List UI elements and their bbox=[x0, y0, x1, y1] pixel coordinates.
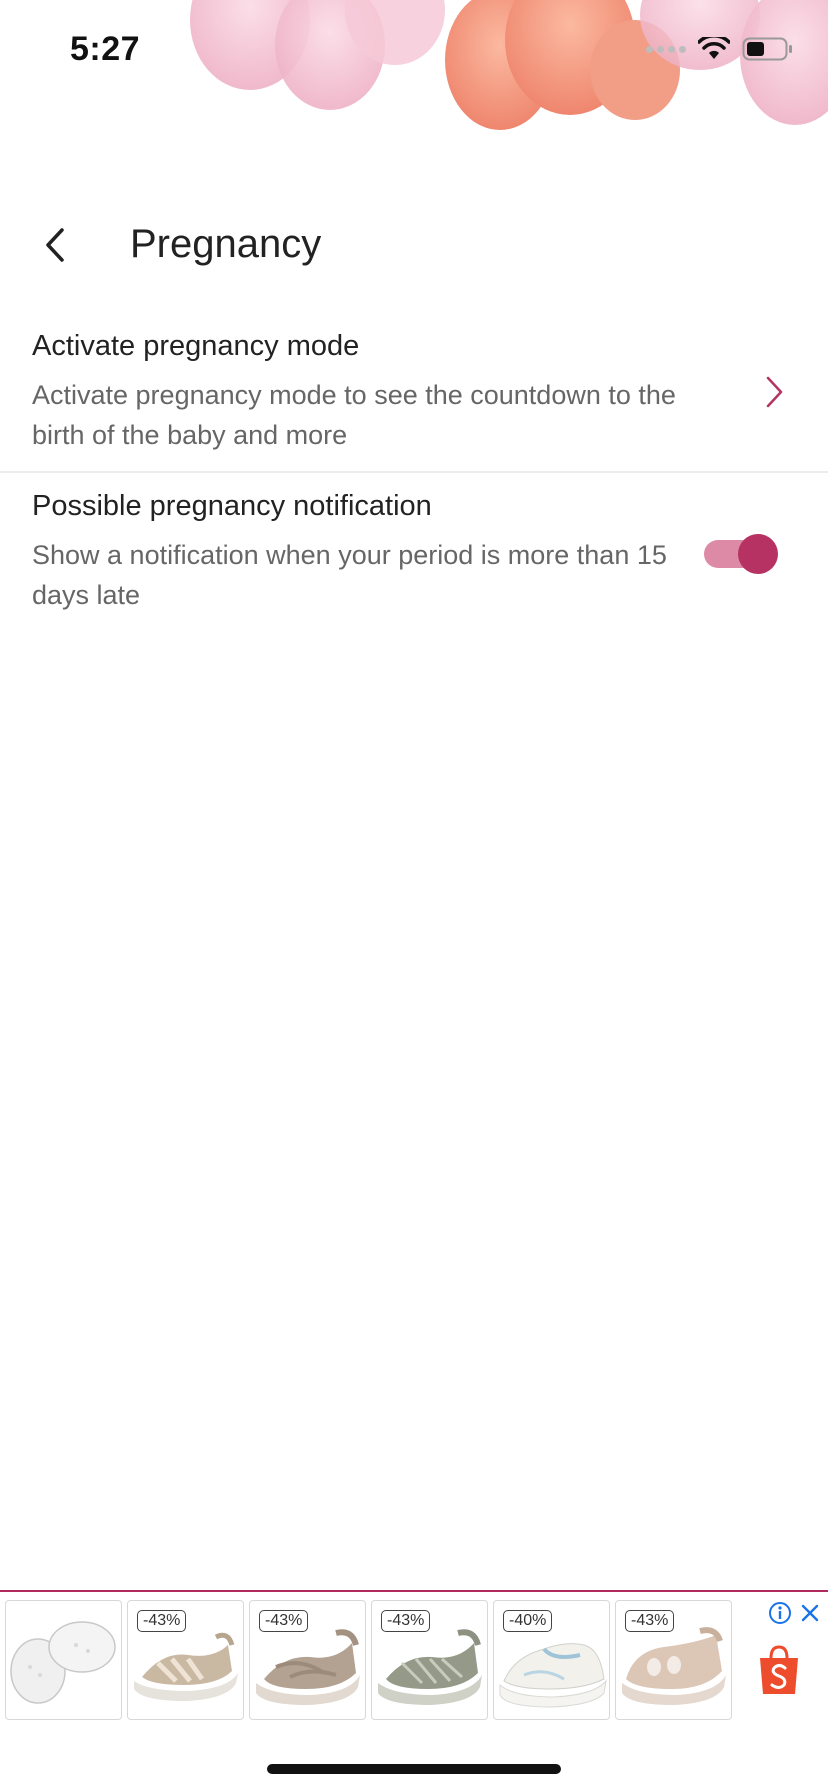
discount-badge: -43% bbox=[381, 1610, 431, 1632]
page-title: Pregnancy bbox=[130, 222, 322, 266]
back-button[interactable] bbox=[36, 222, 76, 268]
home-indicator[interactable] bbox=[267, 1764, 561, 1774]
status-time: 5:27 bbox=[70, 30, 141, 68]
close-icon[interactable] bbox=[798, 1601, 822, 1625]
ad-product-sneaker[interactable]: -40% bbox=[493, 1600, 610, 1720]
cellular-signal-icon bbox=[646, 45, 686, 53]
notification-toggle[interactable] bbox=[704, 534, 778, 574]
ad-product-sandal[interactable]: -43% bbox=[371, 1600, 488, 1720]
setting-description: Activate pregnancy mode to see the count… bbox=[32, 380, 676, 450]
discount-badge: -43% bbox=[625, 1610, 675, 1632]
setting-activate-pregnancy-mode[interactable]: Activate pregnancy mode Activate pregnan… bbox=[0, 300, 828, 470]
ad-product-sandal[interactable]: -43% bbox=[249, 1600, 366, 1720]
chevron-right-icon[interactable] bbox=[762, 374, 786, 410]
flower-header-decoration bbox=[0, 0, 828, 150]
discount-badge: -43% bbox=[137, 1610, 187, 1632]
ad-banner[interactable]: -43% -43% -43% -40% -43% bbox=[0, 1590, 828, 1722]
setting-description: Show a notification when your period is … bbox=[32, 540, 667, 610]
wifi-icon bbox=[698, 37, 730, 59]
ad-product-insoles[interactable] bbox=[5, 1600, 122, 1720]
ad-product-closed-toe-sandal[interactable]: -43% bbox=[615, 1600, 732, 1720]
toggle-knob bbox=[738, 534, 778, 574]
battery-icon bbox=[742, 37, 792, 61]
ad-product-sandal[interactable]: -43% bbox=[127, 1600, 244, 1720]
product-image bbox=[10, 1621, 116, 1704]
discount-badge: -40% bbox=[503, 1610, 553, 1632]
setting-title: Possible pregnancy notification bbox=[32, 490, 432, 522]
page-header: Pregnancy bbox=[0, 210, 828, 290]
shopping-bag-icon[interactable] bbox=[756, 1644, 802, 1696]
discount-badge: -43% bbox=[259, 1610, 309, 1632]
info-icon[interactable] bbox=[768, 1601, 792, 1625]
status-icons bbox=[646, 36, 794, 62]
setting-title: Activate pregnancy mode bbox=[32, 330, 360, 362]
